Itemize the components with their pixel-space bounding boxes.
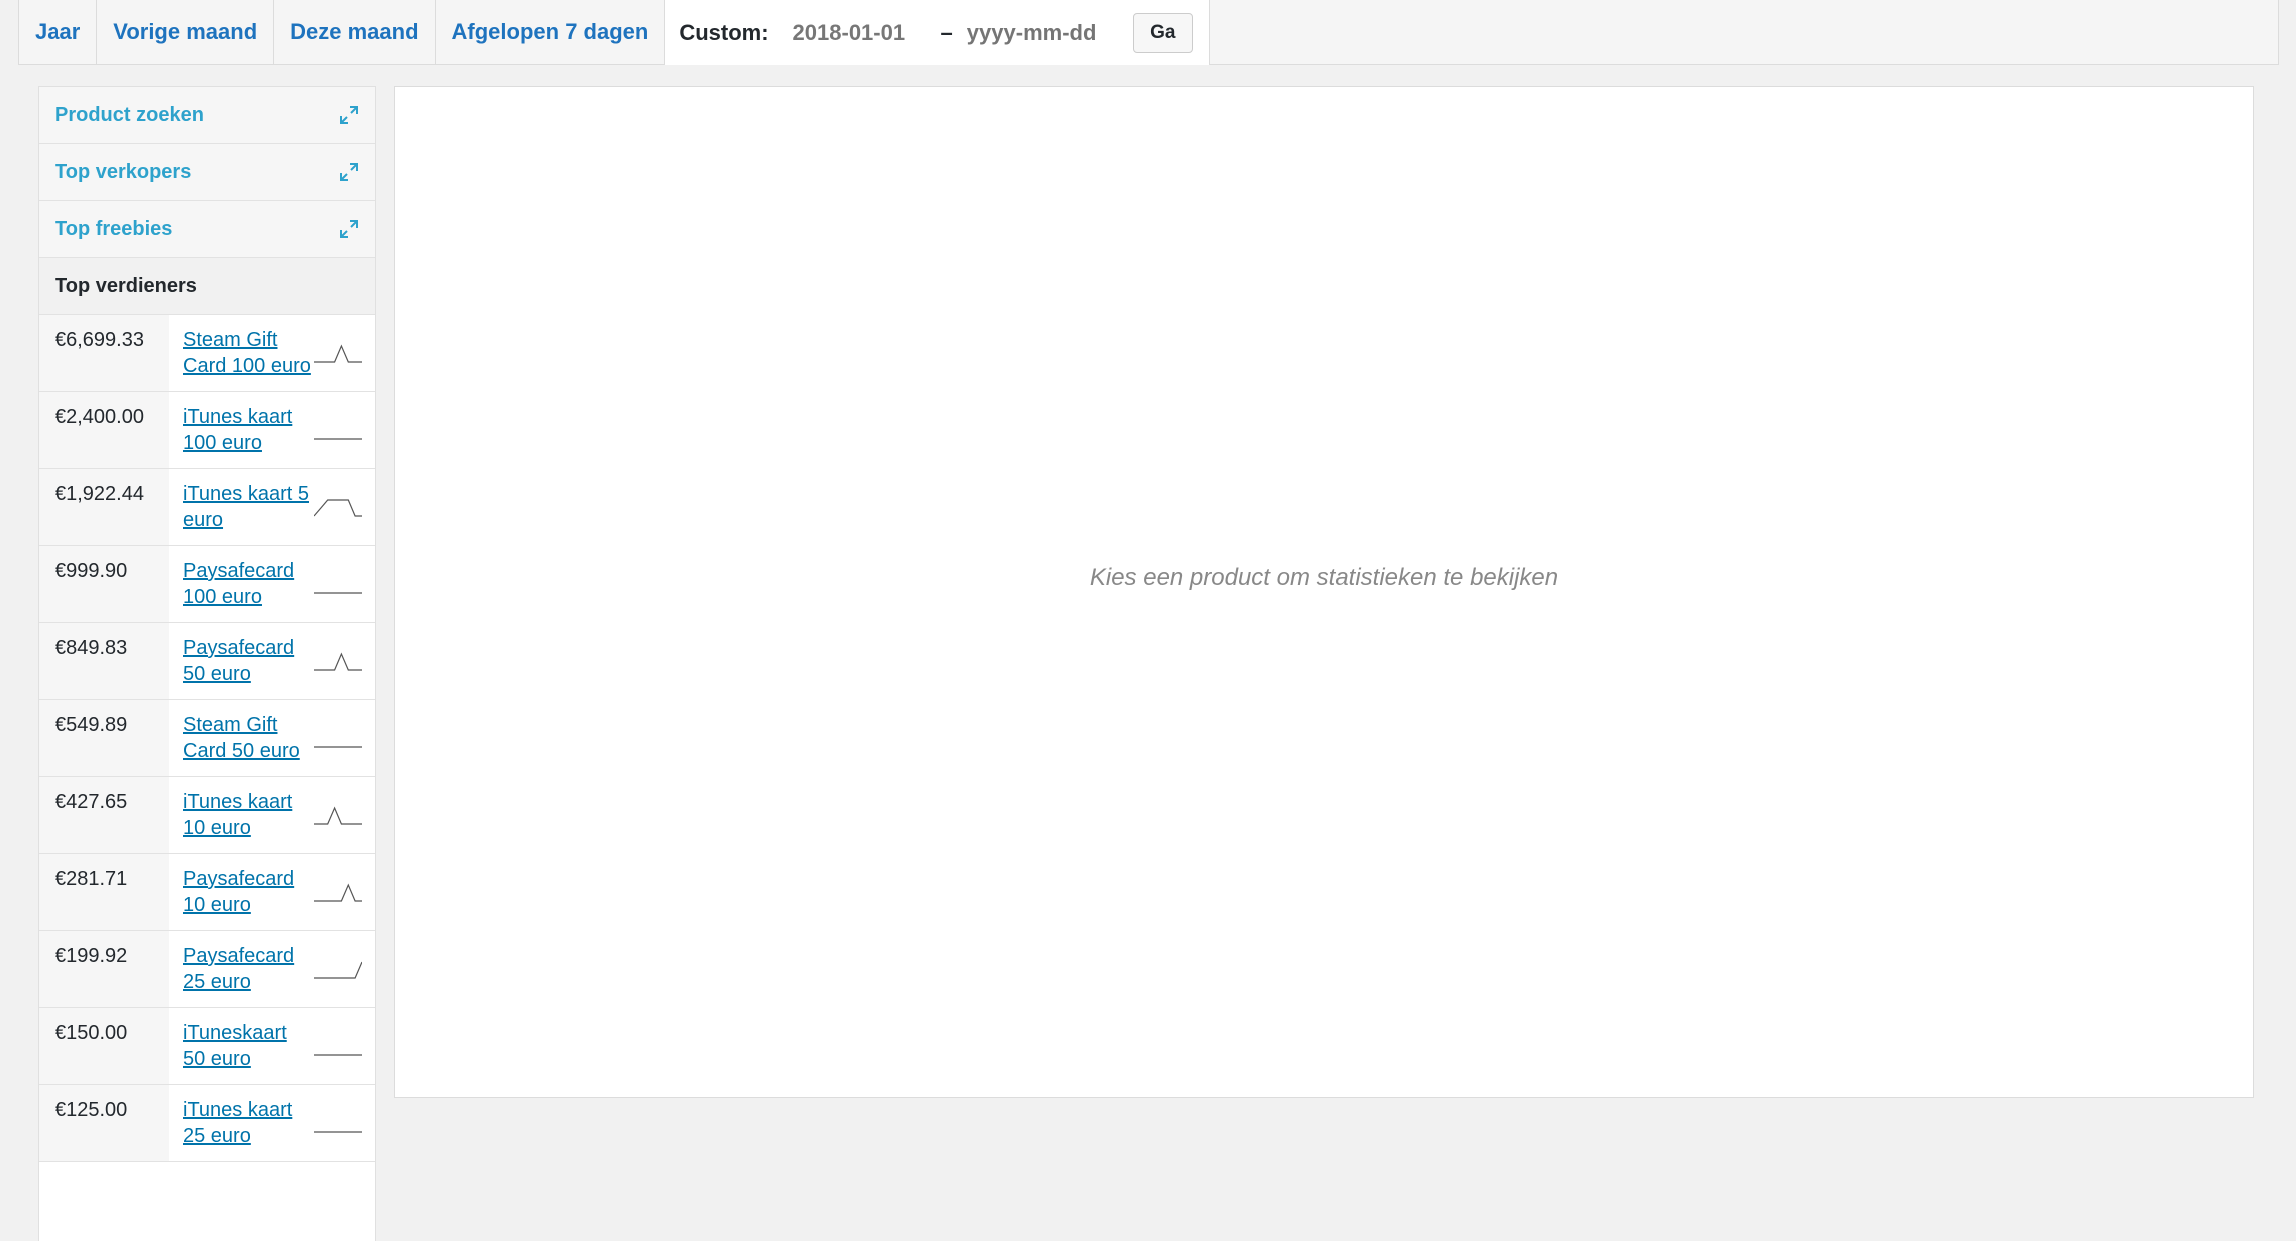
earner-amount: €6,699.33 [39,315,169,391]
earner-name: Paysafecard 50 euro [169,623,314,699]
sparkline-cell [314,931,375,1007]
date-separator: – [940,19,953,45]
product-link[interactable]: iTunes kaart 10 euro [183,791,292,839]
tab-last-7-days[interactable]: Afgelopen 7 dagen [436,0,666,64]
product-link[interactable]: Steam Gift Card 100 euro [183,329,311,377]
sparkline-cell [314,315,375,391]
sparkline-path [314,652,362,671]
list-item: €1,922.44 iTunes kaart 5 euro [39,469,375,546]
widget-title: Product zoeken [55,103,204,126]
widget-top-earners: Top verdieners [39,258,375,315]
widget-top-freebies[interactable]: Top freebies [39,201,375,258]
list-item: €199.92 Paysafecard 25 euro [39,931,375,1008]
product-link[interactable]: iTunes kaart 5 euro [183,483,309,531]
sparkline-cell [314,854,375,930]
earner-amount: €549.89 [39,700,169,776]
earner-amount: €2,400.00 [39,392,169,468]
list-item: €849.83 Paysafecard 50 euro [39,623,375,700]
custom-label: Custom: [679,19,769,45]
widget-title: Top verdieners [55,274,197,297]
earner-amount: €150.00 [39,1008,169,1084]
date-range-bar: Jaar Vorige maand Deze maand Afgelopen 7… [18,0,2279,65]
earner-amount: €1,922.44 [39,469,169,545]
tab-year[interactable]: Jaar [19,0,98,64]
tab-this-month[interactable]: Deze maand [274,0,436,64]
tab-last-month[interactable]: Vorige maand [97,0,275,64]
earner-amount: €125.00 [39,1085,169,1161]
list-item: €125.00 iTunes kaart 25 euro [39,1085,375,1162]
sparkline-path [314,344,362,363]
earner-name: Paysafecard 10 euro [169,854,314,930]
earner-name: iTunes kaart 25 euro [169,1085,314,1161]
earner-name: Paysafecard 100 euro [169,546,314,622]
sparkline-chart [314,883,362,902]
sparkline-path [314,961,362,979]
sparkline-chart [314,806,362,825]
expand-icon[interactable] [339,219,359,239]
earner-name: iTunes kaart 10 euro [169,777,314,853]
sparkline-chart [314,1131,362,1133]
sparkline-cell [314,1085,375,1161]
sparkline-path [314,883,362,902]
list-item: €549.89 Steam Gift Card 50 euro [39,700,375,777]
earner-name: Steam Gift Card 50 euro [169,700,314,776]
sidebar: Product zoeken Top verkopers Top freebie… [38,86,376,1241]
chart-panel: Kies een product om statistieken te beki… [394,86,2254,1098]
list-item: €999.90 Paysafecard 100 euro [39,546,375,623]
product-link[interactable]: iTunes kaart 25 euro [183,1099,292,1147]
sparkline-chart [314,499,362,517]
product-link[interactable]: Paysafecard 25 euro [183,945,294,993]
earner-name: iTunes kaart 5 euro [169,469,314,545]
sparkline-cell [314,392,375,468]
earner-name: iTunes kaart 100 euro [169,392,314,468]
widget-title: Top freebies [55,217,173,240]
earner-amount: €281.71 [39,854,169,930]
sparkline-chart [314,961,362,979]
sparkline-chart [314,1054,362,1056]
expand-icon[interactable] [339,105,359,125]
sparkline-chart [314,652,362,671]
earner-name: iTuneskaart 50 euro [169,1008,314,1084]
list-item: €6,699.33 Steam Gift Card 100 euro [39,315,375,392]
product-link[interactable]: iTuneskaart 50 euro [183,1022,287,1070]
product-link[interactable]: Paysafecard 10 euro [183,868,294,916]
product-link[interactable]: Steam Gift Card 50 euro [183,714,300,762]
earner-amount: €427.65 [39,777,169,853]
earner-name: Paysafecard 25 euro [169,931,314,1007]
sparkline-path [314,806,362,825]
empty-state-message: Kies een product om statistieken te beki… [1089,564,1559,591]
sparkline-chart [314,746,362,748]
widget-top-sellers[interactable]: Top verkopers [39,144,375,201]
earner-amount: €999.90 [39,546,169,622]
top-earners-list: €6,699.33 Steam Gift Card 100 euro €2,400.… [39,315,375,1162]
earner-name: Steam Gift Card 100 euro [169,315,314,391]
product-link[interactable]: Paysafecard 100 euro [183,560,294,608]
sparkline-chart [314,344,362,363]
earner-amount: €199.92 [39,931,169,1007]
list-item: €281.71 Paysafecard 10 euro [39,854,375,931]
sparkline-chart [314,438,362,440]
product-link[interactable]: Paysafecard 50 euro [183,637,294,685]
sparkline-cell [314,546,375,622]
sparkline-cell [314,623,375,699]
sparkline-path [314,499,362,517]
expand-icon[interactable] [339,162,359,182]
widget-title: Top verkopers [55,160,192,183]
list-item: €427.65 iTunes kaart 10 euro [39,777,375,854]
end-date-input[interactable] [966,19,1107,46]
list-item: €150.00 iTuneskaart 50 euro [39,1008,375,1085]
sparkline-cell [314,777,375,853]
sparkline-chart [314,592,362,594]
sparkline-cell [314,700,375,776]
widget-product-search[interactable]: Product zoeken [39,87,375,144]
start-date-input[interactable] [792,19,933,46]
product-link[interactable]: iTunes kaart 100 euro [183,406,292,454]
earner-amount: €849.83 [39,623,169,699]
go-button[interactable]: Ga [1132,12,1193,53]
sparkline-cell [314,1008,375,1084]
list-item: €2,400.00 iTunes kaart 100 euro [39,392,375,469]
custom-range: Custom: – Ga [665,0,1210,65]
sparkline-cell [314,469,375,545]
